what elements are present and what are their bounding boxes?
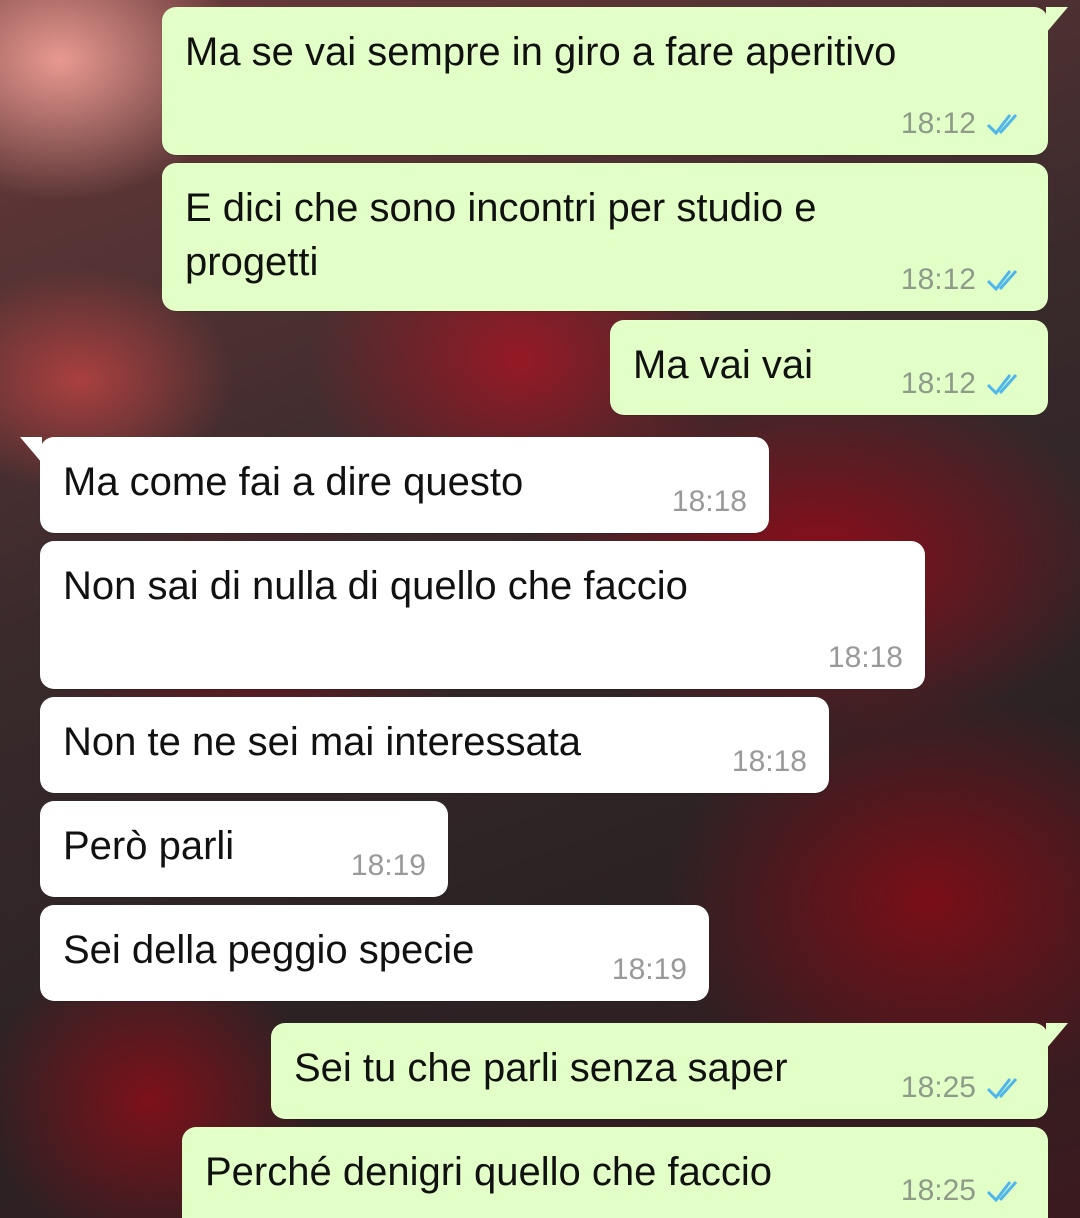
message-bubble-incoming[interactable]: Non sai di nulla di quello che faccio 18… bbox=[40, 541, 925, 689]
message-text: Sei della peggio specie bbox=[63, 928, 475, 972]
message-bubble-incoming[interactable]: Però parli 18:19 bbox=[40, 801, 448, 897]
read-double-check-icon bbox=[986, 111, 1026, 137]
message-time: 18:19 bbox=[350, 849, 426, 882]
message-meta: 18:12 bbox=[901, 263, 1026, 297]
message-bubble-incoming[interactable]: Non te ne sei mai interessata 18:18 bbox=[40, 697, 829, 793]
read-double-check-icon bbox=[986, 1178, 1026, 1204]
message-bubble-incoming[interactable]: Sei della peggio specie 18:19 bbox=[40, 905, 709, 1001]
message-meta: 18:19 bbox=[612, 953, 687, 987]
message-time: 18:18 bbox=[731, 745, 807, 778]
message-bubble-outgoing[interactable]: E dici che sono incontri per studio e pr… bbox=[162, 163, 1048, 311]
message-time: 18:25 bbox=[900, 1174, 976, 1207]
chat-message-list[interactable]: Ma se vai sempre in giro a fare aperitiv… bbox=[0, 0, 1080, 1218]
message-text: Ma come fai a dire questo bbox=[63, 460, 524, 504]
message-time: 18:12 bbox=[900, 263, 976, 296]
message-time: 18:18 bbox=[671, 485, 747, 518]
read-double-check-icon bbox=[986, 267, 1026, 293]
bubble-tail bbox=[1046, 1023, 1068, 1049]
message-time: 18:18 bbox=[827, 641, 903, 674]
message-text: Perché denigri quello che faccio bbox=[205, 1150, 773, 1194]
message-time: 18:12 bbox=[900, 107, 976, 140]
message-meta: 18:12 bbox=[901, 367, 1026, 401]
message-meta: 18:18 bbox=[732, 745, 807, 779]
message-text: E dici che sono incontri per studio e pr… bbox=[185, 186, 817, 284]
message-text: Ma vai vai bbox=[633, 343, 814, 387]
message-text: Non sai di nulla di quello che faccio bbox=[63, 564, 688, 608]
read-double-check-icon bbox=[986, 1075, 1026, 1101]
message-time: 18:25 bbox=[900, 1071, 976, 1104]
message-time: 18:19 bbox=[611, 953, 687, 986]
message-bubble-outgoing[interactable]: Sei tu che parli senza saper 18:25 bbox=[271, 1023, 1068, 1119]
message-text: Non te ne sei mai interessata bbox=[63, 720, 582, 764]
message-bubble-outgoing[interactable]: Ma se vai sempre in giro a fare aperitiv… bbox=[162, 7, 1068, 155]
message-meta: 18:18 bbox=[828, 641, 903, 675]
bubble-tail bbox=[1046, 7, 1068, 33]
message-text: Sei tu che parli senza saper bbox=[294, 1046, 788, 1090]
bubble-tail bbox=[20, 437, 42, 463]
message-bubble-outgoing[interactable]: Ma vai vai 18:12 bbox=[610, 320, 1048, 415]
message-bubble-outgoing[interactable]: Perché denigri quello che faccio 18:25 bbox=[182, 1127, 1048, 1218]
message-time: 18:12 bbox=[900, 367, 976, 400]
message-meta: 18:18 bbox=[672, 485, 747, 519]
message-text: Però parli bbox=[63, 824, 235, 868]
message-meta: 18:25 bbox=[901, 1174, 1026, 1208]
message-meta: 18:19 bbox=[351, 849, 426, 883]
message-meta: 18:25 bbox=[901, 1071, 1026, 1105]
message-text: Ma se vai sempre in giro a fare aperitiv… bbox=[185, 30, 897, 74]
message-bubble-incoming[interactable]: Ma come fai a dire questo 18:18 bbox=[20, 437, 769, 533]
read-double-check-icon bbox=[986, 371, 1026, 397]
message-meta: 18:12 bbox=[901, 107, 1026, 141]
